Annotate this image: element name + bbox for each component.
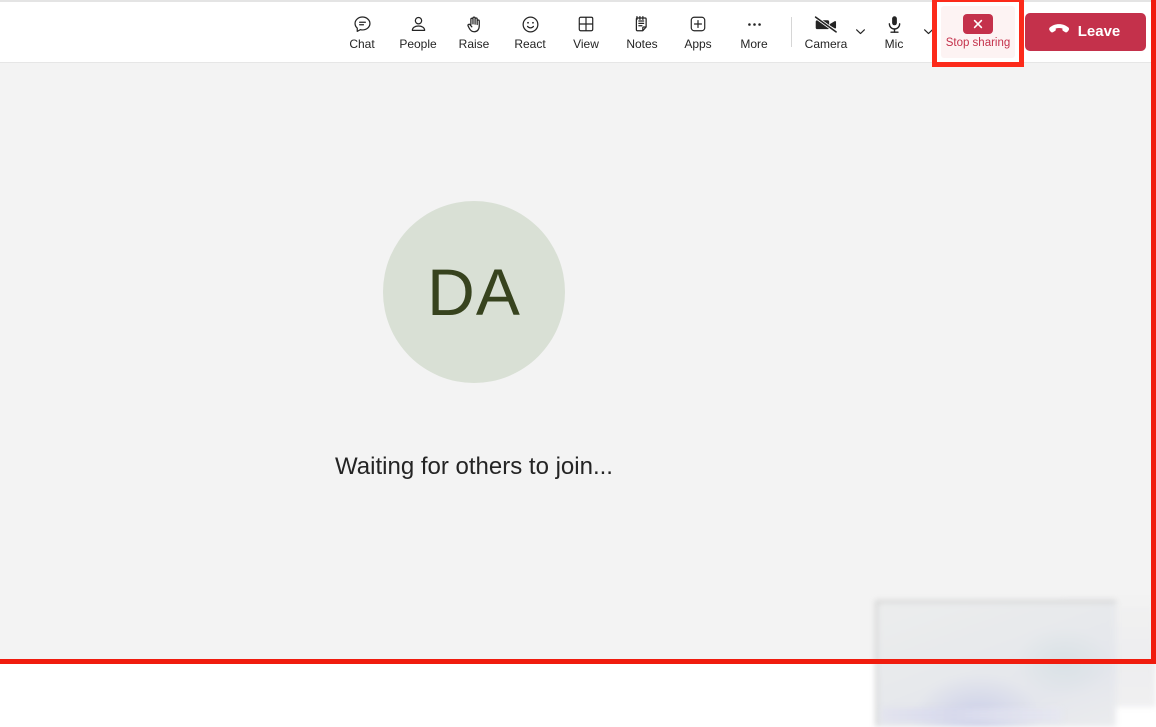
toolbar-button-camera[interactable]: Camera: [801, 6, 851, 58]
meeting-toolbar-controls: Chat People Raise React View Notes Apps …: [334, 0, 1146, 67]
person-icon: [408, 13, 429, 35]
grid-layout-icon: [576, 13, 596, 35]
toolbar-label-notes: Notes: [626, 37, 658, 51]
leave-label: Leave: [1077, 23, 1121, 40]
chevron-down-icon: [854, 25, 867, 43]
toolbar-divider: [791, 17, 792, 47]
ellipsis-icon: [744, 13, 765, 35]
avatar-initials: DA: [427, 254, 521, 329]
meeting-stage: DA Waiting for others to join...: [0, 63, 1156, 727]
blurred-taskbar-strip: [882, 708, 1062, 722]
plus-square-icon: [688, 13, 708, 35]
raised-hand-icon: [464, 13, 485, 35]
camera-control-group: Camera: [801, 4, 869, 60]
video-camera-off-icon: [813, 13, 839, 35]
close-x-icon: [963, 14, 993, 34]
stop-sharing-label: Stop sharing: [945, 37, 1011, 49]
mic-control-group: Mic: [869, 4, 937, 60]
stop-sharing-button[interactable]: Stop sharing: [941, 6, 1015, 58]
microphone-icon: [884, 13, 905, 35]
toolbar-button-react[interactable]: React: [502, 6, 558, 58]
meeting-stage-center: DA Waiting for others to join...: [0, 63, 948, 618]
toolbar-button-mic[interactable]: Mic: [869, 6, 919, 58]
stop-sharing-container: Stop sharing: [932, 0, 1024, 67]
notepad-icon: [632, 13, 653, 35]
toolbar-label-mic: Mic: [884, 37, 904, 51]
toolbar-label-apps: Apps: [684, 37, 712, 51]
toolbar-button-raise[interactable]: Raise: [446, 6, 502, 58]
toolbar-label-more: More: [740, 37, 768, 51]
meeting-toolbar: Chat People Raise React View Notes Apps …: [0, 0, 1156, 67]
camera-dropdown-button[interactable]: [851, 4, 869, 60]
toolbar-button-chat[interactable]: Chat: [334, 6, 390, 58]
toolbar-label-people: People: [399, 37, 437, 51]
waiting-status-text: Waiting for others to join...: [335, 452, 613, 480]
smiley-face-icon: [520, 13, 541, 35]
toolbar-label-view: View: [573, 37, 599, 51]
leave-button[interactable]: Leave: [1025, 13, 1146, 51]
avatar: DA: [383, 200, 565, 383]
chat-bubble-icon: [352, 13, 373, 35]
toolbar-label-chat: Chat: [349, 37, 375, 51]
chevron-down-icon: [922, 25, 935, 43]
toolbar-button-apps[interactable]: Apps: [670, 6, 726, 58]
hang-up-phone-icon: [1048, 22, 1070, 42]
toolbar-label-react: React: [514, 37, 546, 51]
mic-dropdown-button[interactable]: [919, 4, 937, 60]
toolbar-button-people[interactable]: People: [390, 6, 446, 58]
toolbar-button-view[interactable]: View: [558, 6, 614, 58]
toolbar-label-raise: Raise: [458, 37, 490, 51]
toolbar-button-notes[interactable]: Notes: [614, 6, 670, 58]
toolbar-label-camera: Camera: [804, 37, 848, 51]
toolbar-button-more[interactable]: More: [726, 6, 782, 58]
